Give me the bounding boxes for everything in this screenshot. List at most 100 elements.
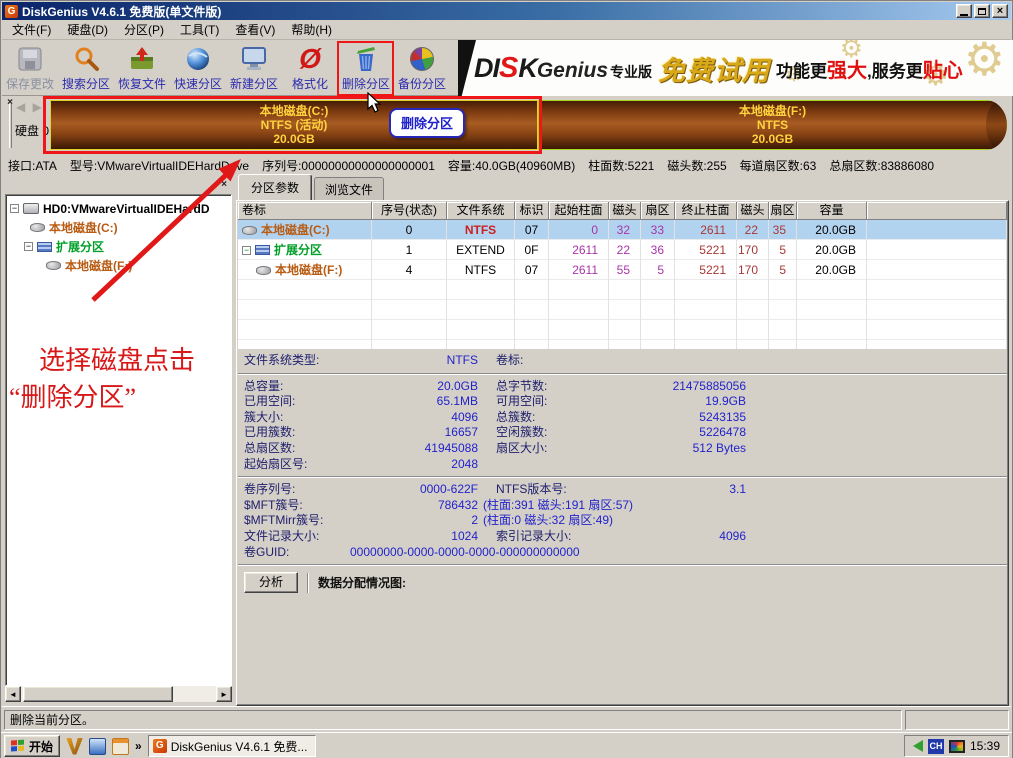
- column-header[interactable]: 磁头: [737, 202, 769, 220]
- collapse-icon[interactable]: −: [24, 242, 33, 251]
- toolbar-label: 搜索分区: [62, 75, 110, 92]
- globe-icon: [183, 43, 213, 75]
- collapse-icon[interactable]: −: [10, 204, 19, 213]
- cell-id: 07: [515, 220, 549, 240]
- column-header[interactable]: 终止柱面: [675, 202, 737, 220]
- column-header[interactable]: 扇区: [769, 202, 797, 220]
- restore-icon: [978, 8, 986, 15]
- detail-row: $MFTMirr簇号:2(柱面:0 磁头:32 扇区:49): [244, 513, 1007, 529]
- partition-details: 文件系统类型:NTFS卷标: 总容量:20.0GB总字节数:2147588505…: [238, 349, 1007, 704]
- column-header[interactable]: 标识: [515, 202, 549, 220]
- partition-size: 20.0GB: [752, 132, 793, 146]
- column-header[interactable]: 序号(状态): [372, 202, 447, 220]
- scroll-right-icon[interactable]: ►: [216, 686, 232, 702]
- cell-start-sector: 33: [641, 220, 675, 240]
- disk-info-line: 接口:ATA 型号:VMwareVirtualIDEHardDrive 序列号:…: [2, 154, 1011, 177]
- cell-id: 07: [515, 260, 549, 280]
- toolbar-button-delete-partition[interactable]: 删除分区: [338, 40, 394, 95]
- scrollbar-track[interactable]: [173, 686, 216, 702]
- menu-help[interactable]: 帮助(H): [283, 19, 340, 40]
- cell-filler: [867, 220, 1007, 240]
- analyze-button[interactable]: 分析: [244, 572, 298, 593]
- cell-end-head: 170: [737, 260, 769, 280]
- tree-item-local-disk-c[interactable]: 本地磁盘(C:): [10, 218, 231, 237]
- panel-grip[interactable]: [9, 104, 12, 148]
- tree-item-label: HD0:VMwareVirtualIDEHardD: [43, 202, 210, 216]
- display-settings-icon[interactable]: [949, 740, 965, 753]
- tree-close-icon[interactable]: ×: [218, 179, 230, 191]
- promo-banner[interactable]: ⚙ ⚙ ⚙ ⚙ DISKGenius专业版 免费试用 功能更强大,服务更贴心: [458, 40, 1013, 96]
- safely-remove-icon[interactable]: [913, 740, 923, 752]
- taskbar-button-diskgenius[interactable]: G DiskGenius V4.6.1 免费...: [148, 735, 316, 757]
- cell-capacity: 20.0GB: [797, 240, 867, 260]
- tab-partition-params[interactable]: 分区参数: [238, 174, 312, 200]
- toolbar-button-quick-partition[interactable]: 快速分区: [170, 40, 226, 95]
- right-panel: 分区参数 浏览文件 卷标 序号(状态) 文件系统 标识 起始柱面 磁头 扇区 终…: [236, 179, 1009, 706]
- menu-view[interactable]: 查看(V): [227, 19, 283, 40]
- gear-icon: ⚙: [964, 40, 1005, 86]
- toolbar-label: 保存更改: [6, 75, 54, 92]
- column-header[interactable]: 容量: [797, 202, 867, 220]
- minimize-button[interactable]: [956, 4, 972, 18]
- quicklaunch-icon-1[interactable]: [66, 738, 83, 755]
- quicklaunch-icon-3[interactable]: [112, 738, 129, 755]
- extended-partition-icon: [255, 245, 270, 255]
- tree-panel: × − HD0:VMwareVirtualIDEHardD 本地磁盘(C:) −…: [3, 179, 234, 704]
- table-row-empty: [238, 340, 1007, 349]
- start-button[interactable]: 开始: [4, 735, 60, 757]
- cell-capacity: 20.0GB: [797, 220, 867, 240]
- detail-row: 已用簇数:16657空闲簇数:5226478: [244, 425, 1007, 441]
- tab-browse-files[interactable]: 浏览文件: [314, 177, 384, 201]
- toolbar-button-format[interactable]: Ø 格式化: [282, 40, 338, 95]
- close-button[interactable]: ×: [992, 4, 1008, 18]
- menu-disk[interactable]: 硬盘(D): [59, 19, 116, 40]
- save-icon: [15, 43, 45, 75]
- main-area: × − HD0:VMwareVirtualIDEHardD 本地磁盘(C:) −…: [2, 177, 1011, 706]
- menu-partition[interactable]: 分区(P): [116, 19, 172, 40]
- toolbar-button-backup-partition[interactable]: 备份分区: [394, 40, 450, 95]
- cell-end-cylinder: 5221: [675, 260, 737, 280]
- delete-partition-tooltip: 删除分区: [389, 108, 465, 138]
- toolbar-button-recover-files[interactable]: 恢复文件: [114, 40, 170, 95]
- cell-end-sector: 5: [769, 260, 797, 280]
- scrollbar-thumb[interactable]: [23, 686, 173, 702]
- row-label: 本地磁盘(C:): [238, 220, 372, 240]
- quicklaunch-icon-2[interactable]: [89, 738, 106, 755]
- column-header[interactable]: 卷标: [238, 202, 372, 220]
- table-row-local-disk-c[interactable]: 本地磁盘(C:) 0 NTFS 07 0 32 33 2611 22 35 20…: [238, 220, 1007, 240]
- input-method-icon[interactable]: CH: [928, 739, 944, 754]
- column-header[interactable]: 起始柱面: [549, 202, 609, 220]
- toolbar-button-new-partition[interactable]: 新建分区: [226, 40, 282, 95]
- menu-file[interactable]: 文件(F): [4, 19, 59, 40]
- tree-item-local-disk-f[interactable]: 本地磁盘(F:): [10, 256, 231, 275]
- extended-partition-icon: [37, 242, 52, 252]
- collapse-icon[interactable]: −: [242, 246, 251, 255]
- table-row-local-disk-f[interactable]: 本地磁盘(F:) 4 NTFS 07 2611 55 5 5221 170 5 …: [238, 260, 1007, 280]
- column-header[interactable]: 文件系统: [447, 202, 515, 220]
- table-row-extended-partition[interactable]: −扩展分区 1 EXTEND 0F 2611 22 36 5221 170 5 …: [238, 240, 1007, 260]
- scroll-left-icon[interactable]: ◄: [5, 686, 21, 702]
- detail-row: 已用空间:65.1MB可用空间:19.9GB: [244, 394, 1007, 410]
- detail-row: 总容量:20.0GB总字节数:21475885056: [244, 379, 1007, 395]
- partition-fs: NTFS (活动): [261, 118, 328, 132]
- detail-row-guid: 卷GUID:00000000-0000-0000-0000-0000000000…: [244, 545, 1007, 561]
- backup-pie-icon: [410, 43, 434, 75]
- cell-start-head: 22: [609, 240, 641, 260]
- partition-f-block[interactable]: 本地磁盘(F:) NTFS 20.0GB: [538, 100, 1007, 150]
- quicklaunch-overflow-icon[interactable]: »: [135, 739, 142, 753]
- toolbar: 保存更改 搜索分区 恢复文件 快速分区 新建分区 Ø: [2, 40, 458, 96]
- column-header[interactable]: 扇区: [641, 202, 675, 220]
- toolbar-label: 快速分区: [174, 75, 222, 92]
- disk-nav-arrows[interactable]: ◀ ▶: [16, 100, 44, 114]
- menu-tools[interactable]: 工具(T): [172, 19, 227, 40]
- tree-item-hd0[interactable]: − HD0:VMwareVirtualIDEHardD: [10, 199, 231, 218]
- toolbar-button-save-changes[interactable]: 保存更改: [2, 40, 58, 95]
- cell-end-head: 22: [737, 220, 769, 240]
- column-header[interactable]: 磁头: [609, 202, 641, 220]
- tree-horizontal-scrollbar[interactable]: ◄ ►: [5, 686, 232, 702]
- partition-size: 20.0GB: [273, 132, 314, 146]
- restore-button[interactable]: [974, 4, 990, 18]
- tree-item-extended-partition[interactable]: − 扩展分区: [10, 237, 231, 256]
- toolbar-button-search-partition[interactable]: 搜索分区: [58, 40, 114, 95]
- start-label: 开始: [29, 738, 53, 755]
